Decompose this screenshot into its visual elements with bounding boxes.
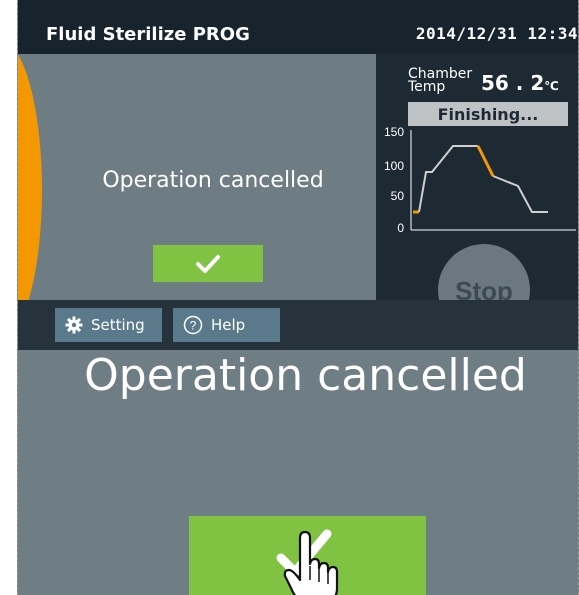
setting-button[interactable]: Setting: [55, 308, 162, 342]
help-label: Help: [211, 316, 246, 334]
title-bar: Fluid Sterilize PROG 2014/12/31 12:34: [18, 0, 578, 54]
status-message: Operation cancelled: [102, 168, 324, 193]
confirm-button[interactable]: [153, 245, 263, 282]
chamber-temp-label: Chamber Temp: [408, 66, 473, 95]
question-circle-icon: ?: [183, 315, 203, 335]
segment-remaining: [492, 175, 548, 213]
setting-label: Setting: [91, 316, 145, 334]
confirm-button-large[interactable]: [189, 516, 426, 595]
svg-text:?: ?: [190, 319, 197, 333]
y-tick-100: 100: [384, 159, 404, 173]
gear-icon: [65, 316, 83, 334]
hand-pointer-icon: [283, 530, 339, 595]
zoom-status-message: Operation cancelled: [84, 350, 527, 401]
segment-current: [476, 145, 495, 177]
y-tick-0: 0: [397, 221, 404, 235]
program-title: Fluid Sterilize PROG: [46, 24, 250, 45]
y-tick-50: 50: [391, 189, 405, 203]
device-screen: Fluid Sterilize PROG 2014/12/31 12:34 Op…: [17, 0, 579, 595]
temperature-graph: 150 100 50 0: [384, 126, 576, 235]
chamber-temp-value: 56 . 2℃: [481, 71, 559, 95]
check-icon: [196, 254, 220, 273]
state-indicator: Finishing...: [408, 102, 568, 126]
accent-arc: [18, 40, 42, 340]
date-time: 2014/12/31 12:34: [415, 24, 578, 43]
help-button[interactable]: ? Help: [173, 308, 280, 342]
segment-ramp-hold: [418, 145, 478, 213]
y-tick-150: 150: [384, 126, 404, 139]
zoom-callout: Operation cancelled: [18, 350, 578, 595]
bottom-toolbar: Setting ? Help: [18, 300, 578, 350]
